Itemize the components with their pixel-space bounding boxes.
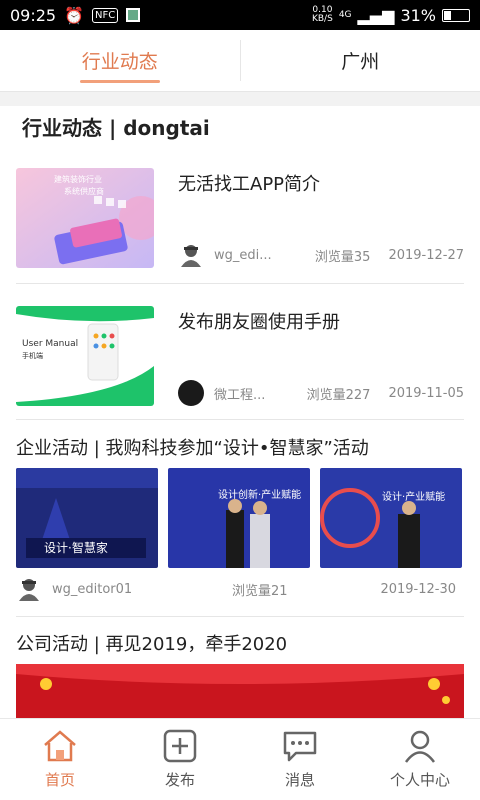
nfc-icon: NFC — [92, 7, 119, 23]
plus-square-icon — [163, 729, 197, 763]
author-name: 微工程... — [214, 387, 266, 403]
tab-industry-news[interactable]: 行业动态 — [0, 30, 240, 91]
thumb-caption: 手机端 — [22, 351, 43, 360]
battery-percent: 31% — [400, 5, 436, 25]
gallery-image[interactable]: 设计·智慧家 — [16, 468, 158, 568]
next-post-title[interactable]: 公司活动 | 再见2019，牵手2020 — [16, 630, 287, 656]
thumb-caption: User Manual — [22, 339, 78, 349]
status-time: 09:25 — [10, 5, 57, 25]
gallery-image-text: 设计·智慧家 — [44, 540, 108, 555]
gallery-post-meta: wg_editor01 浏览量21 2019-12-30 — [16, 576, 456, 602]
publish-date: 2019-11-05 — [388, 385, 464, 401]
article-meta: wg_edi... 浏览量35 2019-12-27 — [178, 242, 464, 268]
user-icon — [404, 730, 436, 763]
section-title: 行业动态 | dongtai — [22, 116, 210, 140]
status-bar: 09:25 ⏰ NFC 0.10 KB/S 4G ▂▄▆ 31% — [0, 0, 480, 30]
article-meta: 微工程... 浏览量227 2019-11-05 — [178, 380, 464, 406]
view-count: 浏览量21 — [232, 583, 288, 599]
app-notification-icon — [126, 8, 141, 22]
nav-home[interactable]: 首页 — [0, 719, 120, 800]
nav-publish[interactable]: 发布 — [120, 719, 240, 800]
alarm-icon: ⏰ — [64, 5, 85, 25]
article-item[interactable]: 建筑装饰行业 系统供应商 无活找工APP简介 wg_edi... 浏览量35 2… — [16, 168, 464, 284]
author-avatar — [178, 242, 204, 268]
article-thumbnail[interactable]: User Manual 手机端 — [16, 306, 154, 406]
nav-messages-label: 消息 — [284, 771, 315, 789]
gallery-images: 设计·智慧家 设计创新·产业赋能 设计·产业赋能 — [16, 468, 464, 568]
thumb-caption: 建筑装饰行业 — [54, 174, 102, 184]
publish-date: 2019-12-27 — [388, 247, 464, 263]
gallery-post-title[interactable]: 企业活动 | 我购科技参加“设计•智慧家”活动 — [16, 434, 369, 460]
gallery-image[interactable]: 设计创新·产业赋能 — [168, 468, 310, 568]
tab-guangzhou[interactable]: 广州 — [241, 30, 480, 91]
article-thumbnail[interactable]: 建筑装饰行业 系统供应商 — [16, 168, 154, 268]
signal-icon: ▂▄▆ — [357, 5, 395, 25]
section-gap — [0, 92, 480, 106]
nav-home-label: 首页 — [44, 771, 75, 789]
view-count: 浏览量35 — [314, 249, 371, 265]
article-title[interactable]: 发布朋友圈使用手册 — [178, 308, 340, 334]
network-type: 4G — [338, 10, 352, 20]
gallery-image-text: 设计·产业赋能 — [382, 490, 445, 503]
view-count: 浏览量227 — [306, 387, 371, 403]
gallery-image[interactable]: 设计·产业赋能 — [320, 468, 462, 568]
category-tabs: 行业动态 广州 — [0, 30, 480, 92]
bottom-nav: 首页 发布 消息 个人中心 — [0, 718, 480, 800]
gallery-image-text: 设计创新·产业赋能 — [218, 488, 301, 501]
author-name: wg_editor01 — [52, 581, 133, 597]
author-avatar — [178, 380, 204, 406]
nav-messages[interactable]: 消息 — [240, 719, 360, 800]
battery-icon — [442, 8, 470, 22]
author-avatar — [16, 576, 42, 602]
thumb-caption: 系统供应商 — [64, 186, 104, 196]
publish-date: 2019-12-30 — [380, 581, 456, 597]
next-post-banner[interactable] — [16, 664, 464, 718]
nav-publish-label: 发布 — [164, 771, 195, 789]
article-item[interactable]: User Manual 手机端 发布朋友圈使用手册 微工程... 浏览量227 … — [16, 306, 464, 420]
home-icon — [44, 730, 76, 762]
author-name: wg_edi... — [214, 247, 272, 263]
divider — [16, 616, 464, 617]
nav-profile-label: 个人中心 — [389, 771, 450, 789]
article-title[interactable]: 无活找工APP简介 — [178, 170, 320, 196]
nav-profile[interactable]: 个人中心 — [360, 719, 480, 800]
net-speed: 0.10 KB/S — [311, 5, 333, 24]
message-icon — [283, 731, 317, 762]
